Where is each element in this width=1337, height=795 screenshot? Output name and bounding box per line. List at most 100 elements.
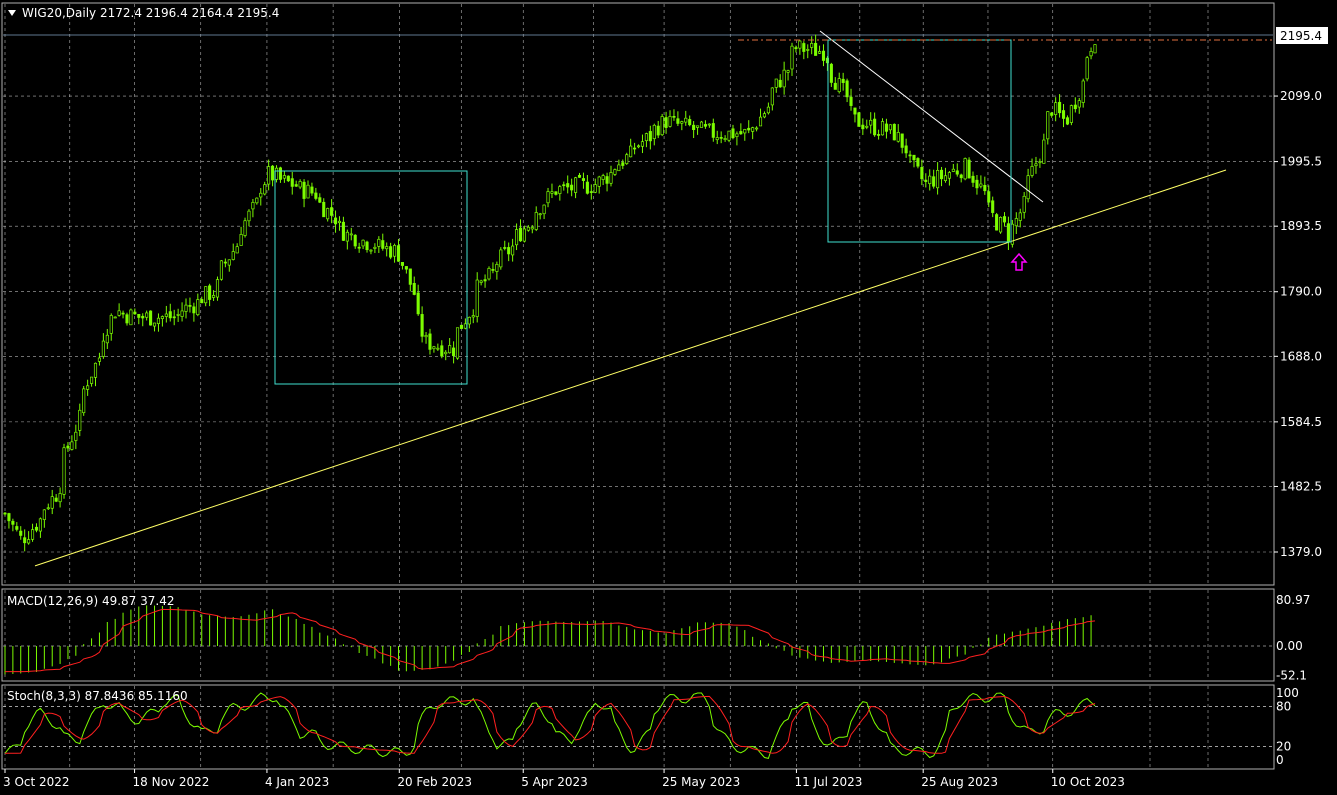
candle-body [955, 170, 959, 175]
candle-body [1050, 112, 1054, 116]
candle-body [1085, 57, 1089, 80]
candle-body [361, 239, 365, 247]
candle-body [1042, 139, 1046, 164]
candle-body [814, 42, 818, 56]
candle-body [570, 184, 574, 191]
candle-body [389, 246, 393, 258]
candle-body [333, 217, 338, 225]
candle-body [782, 69, 786, 88]
candle-body [688, 119, 692, 126]
candle-body [845, 80, 849, 98]
candle-body [806, 49, 810, 51]
candle-body [562, 184, 566, 187]
price-tick-label: 1790.0 [1280, 285, 1322, 299]
stoch-panel-frame [1, 684, 1275, 770]
candle-body [27, 539, 31, 544]
candle-body [322, 201, 326, 218]
candle-body [636, 145, 641, 148]
candle-body [341, 221, 345, 241]
candle-body [507, 247, 511, 255]
candle-body [802, 43, 806, 52]
candle-body [412, 282, 416, 295]
candle-body [121, 312, 125, 315]
date-tick-label: 18 Nov 2022 [133, 775, 210, 789]
candle-body [160, 316, 164, 319]
candle-body [164, 313, 168, 317]
candle-body [652, 124, 656, 140]
candle-body [491, 269, 495, 271]
macd-tick-label: 80.97 [1276, 593, 1310, 607]
candle-body [526, 226, 530, 231]
candle-body [747, 127, 751, 131]
candle-body [617, 164, 621, 172]
candle-body [19, 530, 23, 536]
candle-body [274, 167, 279, 180]
candle-body [727, 130, 731, 141]
candle-body [1073, 104, 1077, 110]
candle-body [939, 169, 944, 180]
candle-body [758, 116, 763, 127]
candle-body [1058, 101, 1062, 114]
candle-body [585, 181, 589, 194]
candle-body [50, 496, 54, 509]
candle-body [330, 207, 334, 216]
chart-annotations [34, 30, 1272, 567]
candle-body [400, 262, 404, 266]
candle-body [609, 172, 613, 184]
candle-body [152, 322, 157, 327]
candle-body [711, 123, 715, 138]
candle-body [597, 176, 601, 187]
candle-body [550, 191, 554, 194]
candle-body [318, 197, 322, 203]
candle-body [644, 133, 648, 142]
candle-body [534, 212, 538, 230]
candle-body [731, 128, 735, 139]
candle-body [176, 314, 180, 316]
candle-body [54, 497, 58, 502]
candle-body [1061, 110, 1066, 119]
candle-body [892, 123, 896, 141]
date-tick-label: 10 Oct 2023 [1051, 775, 1125, 789]
date-tick-label: 11 Jul 2023 [794, 775, 862, 789]
date-tick-label: 25 May 2023 [662, 775, 740, 789]
candle-body [971, 175, 975, 183]
candle-body [574, 177, 578, 193]
candle-body [467, 316, 471, 325]
candle-body [227, 259, 231, 266]
candle-body [1046, 111, 1050, 140]
candle-body [1077, 100, 1081, 108]
chart-canvas[interactable]: 2099.0 1995.5 1893.5 1790.0 1688.0 1584.5 1482… [0, 0, 1337, 795]
candle-body [117, 310, 121, 316]
candle-body [625, 154, 629, 164]
candle-body [991, 200, 995, 213]
candle-body [278, 167, 283, 180]
candle-body [762, 113, 767, 118]
candle-body [444, 351, 448, 355]
arrow-up-icon [1010, 252, 1028, 271]
candle-body [515, 229, 519, 246]
candle-body [428, 333, 432, 350]
candle-body [1014, 218, 1018, 227]
candle-body [668, 116, 672, 127]
stoch-tick-label: 100 [1276, 686, 1299, 700]
candle-body [936, 170, 940, 189]
candle-body [896, 132, 900, 142]
candle-body [353, 234, 357, 247]
candle-body [298, 181, 302, 188]
collapse-triangle-icon[interactable] [8, 10, 16, 16]
candle-body [30, 529, 35, 540]
candle-body [633, 147, 637, 150]
candle-body [680, 121, 684, 124]
candle-body [259, 192, 263, 198]
candle-body [613, 169, 617, 175]
candle-body [987, 191, 991, 203]
candle-body [837, 78, 841, 93]
price-tick-label: 1584.5 [1280, 415, 1322, 429]
candle-body [188, 305, 192, 307]
candle-body [15, 526, 19, 530]
candle-body [766, 106, 770, 114]
candle-body [463, 323, 467, 329]
stoch-title: Stoch(8,3,3) 87.8436 85.1160 [7, 689, 188, 703]
candle-body [82, 388, 86, 414]
candle-body [239, 234, 243, 246]
